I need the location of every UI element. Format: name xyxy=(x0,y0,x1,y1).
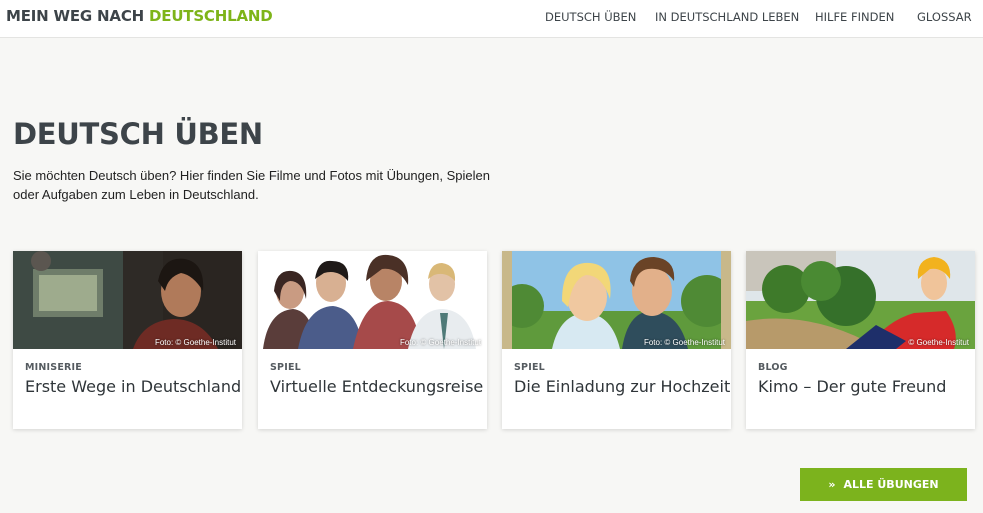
card-title[interactable]: Erste Wege in Deutschland xyxy=(25,377,241,396)
page-title: DEUTSCH ÜBEN xyxy=(13,117,263,151)
card-category: BLOG xyxy=(758,362,788,373)
main-nav: DEUTSCH ÜBEN IN DEUTSCHLAND LEBEN HILFE … xyxy=(0,10,983,26)
card-category: SPIEL xyxy=(270,362,301,373)
nav-item-deutsch-ueben[interactable]: DEUTSCH ÜBEN xyxy=(545,10,636,24)
card-category: SPIEL xyxy=(514,362,545,373)
card-image-entdeckungsreise: Foto: © Goethe-Institut xyxy=(258,251,487,349)
nav-item-in-deutschland-leben[interactable]: IN DEUTSCHLAND LEBEN xyxy=(655,10,799,24)
teaser-card-miniserie[interactable]: Foto: © Goethe-Institut MINISERIE Erste … xyxy=(13,251,242,429)
photo-credit: Foto: © Goethe-Institut xyxy=(399,338,481,347)
nav-item-hilfe-finden[interactable]: HILFE FINDEN xyxy=(815,10,894,24)
teaser-card-entdeckungsreise[interactable]: Foto: © Goethe-Institut SPIEL Virtuelle … xyxy=(258,251,487,429)
all-exercises-button[interactable]: » ALLE ÜBUNGEN xyxy=(800,468,967,501)
card-image-miniserie: Foto: © Goethe-Institut xyxy=(13,251,242,349)
card-title[interactable]: Die Einladung zur Hochzeit xyxy=(514,377,730,396)
photo-credit: Foto: © Goethe-Institut xyxy=(154,338,236,347)
card-image-hochzeit: Foto: © Goethe-Institut xyxy=(502,251,731,349)
teaser-card-kimo[interactable]: © Goethe-Institut BLOG Kimo – Der gute F… xyxy=(746,251,975,429)
nav-item-glossar[interactable]: GLOSSAR xyxy=(917,10,972,24)
intro-line-2: oder Aufgaben zum Leben in Deutschland. xyxy=(13,186,259,202)
card-title[interactable]: Kimo – Der gute Freund xyxy=(758,377,968,396)
card-title[interactable]: Virtuelle Entdeckungsreise xyxy=(270,377,483,396)
double-chevron-right-icon: » xyxy=(828,478,836,491)
site-header: MEIN WEG NACH DEUTSCHLAND DEUTSCH ÜBEN I… xyxy=(0,0,983,38)
photo-credit: © Goethe-Institut xyxy=(908,338,969,347)
card-category: MINISERIE xyxy=(25,362,82,373)
teaser-card-hochzeit[interactable]: Foto: © Goethe-Institut SPIEL Die Einlad… xyxy=(502,251,731,429)
all-exercises-label: ALLE ÜBUNGEN xyxy=(843,478,939,491)
intro-line-1: Sie möchten Deutsch üben? Hier finden Si… xyxy=(13,168,490,183)
intro-text: Sie möchten Deutsch üben? Hier finden Si… xyxy=(13,167,493,204)
photo-credit: Foto: © Goethe-Institut xyxy=(643,338,725,347)
card-image-kimo: © Goethe-Institut xyxy=(746,251,975,349)
